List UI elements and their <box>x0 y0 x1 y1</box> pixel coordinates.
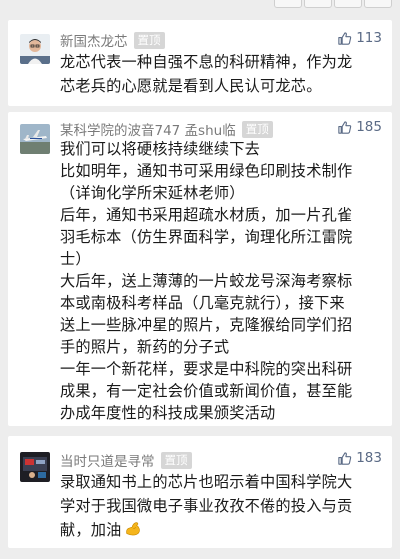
comment-card: 当时只道是寻常 置顶 183 录取通知书上的芯片也昭示着中国科学院大 学对于我国… <box>8 436 392 548</box>
comment-text: 我们可以将硬核持续继续下去 比如明年，通知书可采用绿色印刷技术制作 （详询化学所… <box>60 138 382 424</box>
toolbar-button-edge[interactable] <box>364 0 392 8</box>
dark-photo-avatar-icon[interactable] <box>20 452 50 482</box>
comment-line-last: 献，加油 <box>60 518 382 542</box>
comment-line: 比如明年，通知书可采用绿色印刷技术制作 <box>60 162 353 180</box>
like-count: 183 <box>356 450 382 466</box>
like-button[interactable]: 183 <box>337 450 382 466</box>
comment-text: 录取通知书上的芯片也昭示着中国科学院大 学对于我国微电子事业孜孜不倦的投入与贡 … <box>60 470 382 542</box>
toolbar-button-edge[interactable] <box>334 0 362 8</box>
flexed-biceps-emoji-icon <box>125 522 140 536</box>
comment-line: 学对于我国微电子事业孜孜不倦的投入与贡 <box>60 497 353 515</box>
like-count: 113 <box>356 30 382 46</box>
comment-line: 士） <box>60 250 91 268</box>
pinned-badge: 置顶 <box>133 31 165 49</box>
comment-card: 新国杰龙芯 置顶 113 龙芯代表一种自强不息的科研精神，作为龙 芯老兵的心愿就… <box>8 20 392 106</box>
comment-line: 我们可以将硬核持续继续下去 <box>60 140 261 158</box>
like-button[interactable]: 113 <box>337 30 382 46</box>
author-name[interactable]: 某科学院的波音747 孟shu临 <box>60 119 236 139</box>
comment-line: 羽毛标本（仿生界面科学，询理化所江雷院 <box>60 228 353 246</box>
person-avatar-icon[interactable] <box>20 34 50 64</box>
comment-line: 献，加油 <box>60 521 122 539</box>
toolbar-button-edge[interactable] <box>304 0 332 8</box>
comment-line: 成果，有一定社会价值或新闻价值，甚至能 <box>60 382 353 400</box>
thumbs-up-icon <box>338 120 352 134</box>
comment-line: 芯老兵的心愿就是看到人民认可龙芯。 <box>60 77 322 95</box>
comment-meta: 某科学院的波音747 孟shu临 置顶 <box>60 119 273 139</box>
thumbs-up-icon <box>338 451 352 465</box>
comment-line: 大后年，送上薄薄的一片蛟龙号深海考察标 <box>60 272 353 290</box>
thumbs-up-icon <box>338 31 352 45</box>
comment-card: 某科学院的波音747 孟shu临 置顶 185 我们可以将硬核持续继续下去 比如… <box>8 112 392 426</box>
pinned-badge: 置顶 <box>160 451 192 469</box>
comment-line: 本或南极科考样品（几毫克就行），接下来 <box>60 294 345 312</box>
author-name[interactable]: 新国杰龙芯 <box>60 30 128 50</box>
like-count: 185 <box>356 119 382 135</box>
comment-line: 办成年度性的科技成果颁奖活动 <box>60 404 276 422</box>
like-button[interactable]: 185 <box>337 119 382 135</box>
comment-meta: 当时只道是寻常 置顶 <box>60 450 192 470</box>
comment-line: （详询化学所宋延林老师） <box>60 184 245 202</box>
toolbar-edge <box>274 0 392 8</box>
comment-meta: 新国杰龙芯 置顶 <box>60 30 165 50</box>
top-strip <box>0 0 400 8</box>
airplane-avatar-icon[interactable] <box>20 124 50 154</box>
toolbar-button-edge[interactable] <box>274 0 302 8</box>
author-name[interactable]: 当时只道是寻常 <box>60 450 155 470</box>
comment-text: 龙芯代表一种自强不息的科研精神，作为龙 芯老兵的心愿就是看到人民认可龙芯。 <box>60 50 382 98</box>
comment-line: 录取通知书上的芯片也昭示着中国科学院大 <box>60 473 353 491</box>
comment-line: 送上一些脉冲星的照片，克隆猴给同学们招 <box>60 316 353 334</box>
comment-line: 后年，通知书采用超疏水材质，加一片孔雀 <box>60 206 353 224</box>
comment-line: 龙芯代表一种自强不息的科研精神，作为龙 <box>60 53 353 71</box>
pinned-badge: 置顶 <box>241 120 273 138</box>
comment-line: 一年一个新花样，要求是中科院的突出科研 <box>60 360 353 378</box>
comment-line: 手的照片，新药的分子式 <box>60 338 230 356</box>
